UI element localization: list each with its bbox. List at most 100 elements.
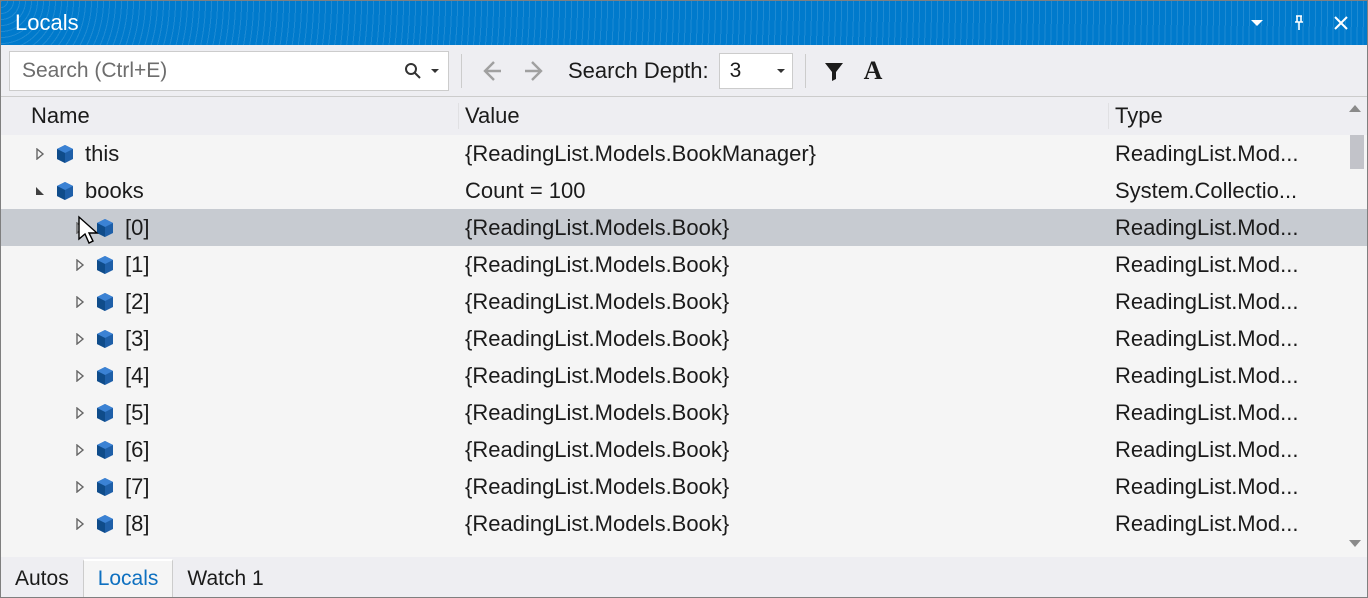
filter-button[interactable] (818, 59, 850, 83)
object-icon (93, 438, 117, 462)
search-input[interactable] (20, 58, 402, 84)
expander-collapsed-icon[interactable] (71, 293, 89, 311)
tab-watch-1[interactable]: Watch 1 (173, 559, 277, 597)
variable-name: [0] (125, 215, 149, 241)
search-dropdown-button[interactable] (428, 66, 442, 76)
variable-value[interactable]: {ReadingList.Models.Book} (459, 400, 1109, 426)
expander-collapsed-icon[interactable] (71, 478, 89, 496)
variable-row[interactable]: [6] {ReadingList.Models.Book}ReadingList.… (1, 431, 1367, 468)
variable-row[interactable]: [8]{ReadingList.Models.Book}ReadingList.… (1, 505, 1367, 542)
object-icon (93, 512, 117, 536)
chevron-down-icon (776, 66, 786, 76)
expander-collapsed-icon[interactable] (71, 367, 89, 385)
cell-name: [0] (1, 215, 459, 241)
tab-autos[interactable]: Autos (1, 559, 83, 597)
variable-type: ReadingList.Mod... (1109, 289, 1367, 315)
pin-button[interactable] (1285, 9, 1313, 37)
object-icon (93, 290, 117, 314)
cell-name: [7] (1, 474, 459, 500)
variable-type: ReadingList.Mod... (1109, 474, 1367, 500)
column-headers: Name Value Type (1, 97, 1367, 135)
variable-row[interactable]: [3]{ReadingList.Models.Book}ReadingList.… (1, 320, 1367, 357)
expander-collapsed-icon[interactable] (71, 256, 89, 274)
toolbar-separator (461, 54, 462, 88)
expander-collapsed-icon[interactable] (71, 330, 89, 348)
variable-row[interactable]: [1]{ReadingList.Models.Book}ReadingList.… (1, 246, 1367, 283)
text-visualizer-button[interactable]: A (860, 56, 887, 86)
expander-collapsed-icon[interactable] (31, 145, 49, 163)
search-box[interactable] (9, 51, 449, 91)
expander-collapsed-icon[interactable] (71, 219, 89, 237)
variable-type: ReadingList.Mod... (1109, 215, 1367, 241)
variable-value[interactable]: Count = 100 (459, 178, 1109, 204)
variable-name: [5] (125, 400, 149, 426)
cell-name: [1] (1, 252, 459, 278)
expander-collapsed-icon[interactable] (71, 441, 89, 459)
search-depth-value: 3 (730, 59, 742, 83)
variable-name: [4] (125, 363, 149, 389)
variable-value[interactable]: {ReadingList.Models.Book} (459, 511, 1109, 537)
variable-type: ReadingList.Mod... (1109, 511, 1367, 537)
window-menu-button[interactable] (1243, 9, 1271, 37)
variable-type: ReadingList.Mod... (1109, 141, 1367, 167)
variable-value[interactable]: {ReadingList.Models.Book} (459, 437, 1109, 463)
locals-window: Locals (0, 0, 1368, 598)
object-icon (93, 401, 117, 425)
cell-name: [8] (1, 511, 459, 537)
variable-row[interactable]: [5] {ReadingList.Models.Book}ReadingList.… (1, 394, 1367, 431)
column-header-type[interactable]: Type (1109, 103, 1367, 129)
variable-row[interactable]: [0] {ReadingList.Models.Book}ReadingList.… (1, 209, 1367, 246)
search-depth-select[interactable]: 3 (719, 53, 793, 89)
tab-strip: AutosLocalsWatch 1 (1, 557, 1367, 597)
cell-name: this (1, 141, 459, 167)
titlebar: Locals (1, 1, 1367, 45)
variable-value[interactable]: {ReadingList.Models.Book} (459, 289, 1109, 315)
variables-grid[interactable]: this{ReadingList.Models.BookManager}Read… (1, 135, 1367, 557)
close-button[interactable] (1327, 9, 1355, 37)
tab-locals[interactable]: Locals (83, 559, 174, 597)
scrollbar-thumb[interactable] (1350, 135, 1364, 169)
variable-row[interactable]: books Count = 100System.Collectio... (1, 172, 1367, 209)
object-icon (93, 327, 117, 351)
variable-value[interactable]: {ReadingList.Models.Book} (459, 474, 1109, 500)
expander-expanded-icon[interactable] (31, 182, 49, 200)
titlebar-controls (1243, 9, 1367, 37)
variable-value[interactable]: {ReadingList.Models.Book} (459, 363, 1109, 389)
nav-back-button[interactable] (474, 54, 508, 88)
window-title: Locals (15, 10, 79, 36)
variable-value[interactable]: {ReadingList.Models.Book} (459, 215, 1109, 241)
variable-value[interactable]: {ReadingList.Models.BookManager} (459, 141, 1109, 167)
variable-name: this (85, 141, 119, 167)
cell-name: [2] (1, 289, 459, 315)
variable-name: [6] (125, 437, 149, 463)
variable-type: ReadingList.Mod... (1109, 437, 1367, 463)
scroll-up-button[interactable] (1347, 101, 1363, 117)
scroll-down-button[interactable] (1347, 535, 1363, 551)
object-icon (93, 475, 117, 499)
search-icon[interactable] (402, 60, 424, 82)
toolbar-separator (805, 54, 806, 88)
object-icon (53, 142, 77, 166)
expander-collapsed-icon[interactable] (71, 404, 89, 422)
cell-name: [3] (1, 326, 459, 352)
variable-type: ReadingList.Mod... (1109, 400, 1367, 426)
column-header-value[interactable]: Value (459, 103, 1109, 129)
nav-forward-button[interactable] (518, 54, 552, 88)
variable-type: ReadingList.Mod... (1109, 363, 1367, 389)
cell-name: [6] (1, 437, 459, 463)
variable-row[interactable]: [7] {ReadingList.Models.Book}ReadingList.… (1, 468, 1367, 505)
expander-collapsed-icon[interactable] (71, 515, 89, 533)
variable-name: books (85, 178, 144, 204)
object-icon (93, 364, 117, 388)
variable-name: [7] (125, 474, 149, 500)
variable-row[interactable]: [2]{ReadingList.Models.Book}ReadingList.… (1, 283, 1367, 320)
variable-row[interactable]: [4] {ReadingList.Models.Book}ReadingList.… (1, 357, 1367, 394)
object-icon (93, 253, 117, 277)
column-header-name[interactable]: Name (1, 103, 459, 129)
toolbar: Search Depth: 3 A (1, 45, 1367, 97)
variable-value[interactable]: {ReadingList.Models.Book} (459, 252, 1109, 278)
variable-name: [1] (125, 252, 149, 278)
variable-value[interactable]: {ReadingList.Models.Book} (459, 326, 1109, 352)
variable-row[interactable]: this {ReadingList.Models.BookManager}Read… (1, 135, 1367, 172)
variable-type: System.Collectio... (1109, 178, 1367, 204)
